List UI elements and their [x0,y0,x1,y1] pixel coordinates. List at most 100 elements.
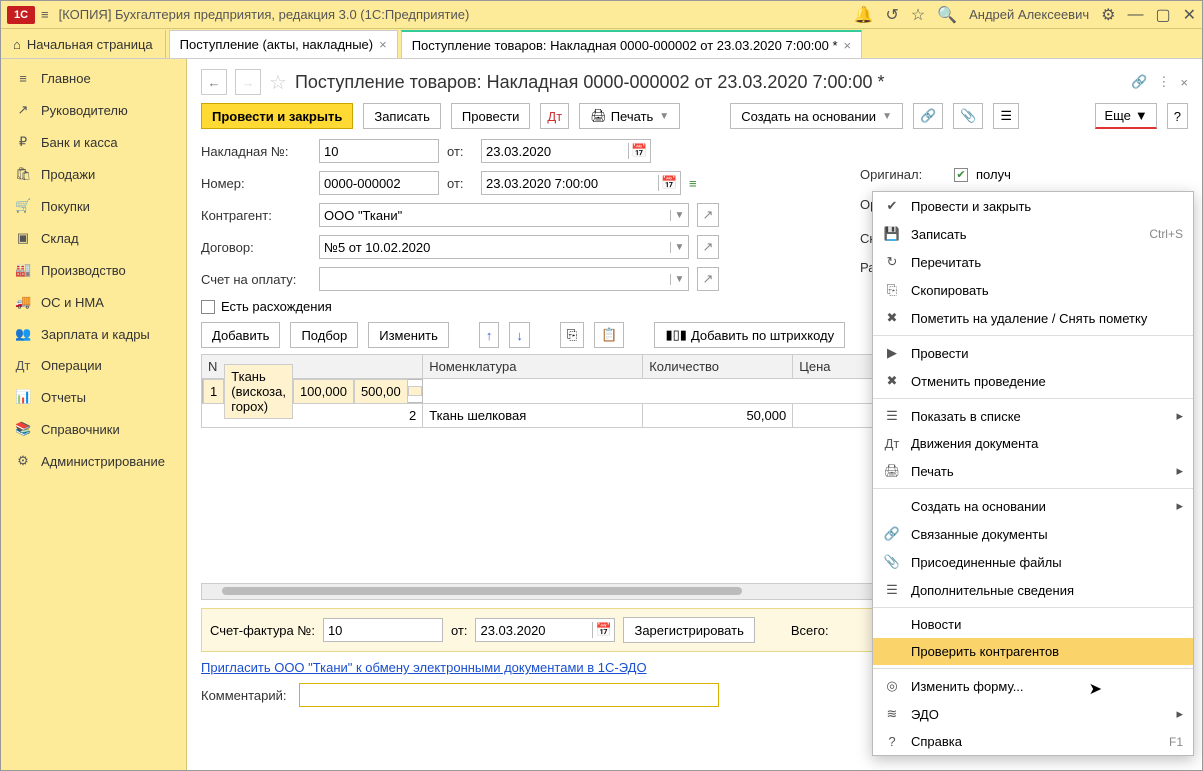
sidebar-item[interactable]: 🏭Производство [1,254,186,286]
nakladnaya-date-input[interactable]: 23.03.2020📅 [481,139,651,163]
sidebar-item[interactable]: 🛒Покупки [1,190,186,222]
home-tab[interactable]: ⌂ Начальная страница [1,30,166,58]
more-button[interactable]: Еще▼ [1095,103,1156,129]
post-button[interactable]: Провести [451,103,531,129]
menu-item[interactable]: Создать на основании▸ [873,492,1193,520]
sidebar-item[interactable]: 📊Отчеты [1,381,186,413]
dogovor-select[interactable]: №5 от 10.02.2020▼ [319,235,689,259]
add-row-button[interactable]: Добавить [201,322,280,348]
settings-icon[interactable]: ⚙ [1101,5,1115,25]
extra-info-button[interactable]: ☰ [993,103,1019,129]
menu-item[interactable]: ≋ЭДО▸ [873,700,1193,728]
open-ref-icon[interactable]: ↗ [697,267,719,291]
menu-item[interactable]: ⎘Скопировать [873,276,1193,304]
kebab-icon[interactable]: ⋮ [1157,74,1170,90]
menu-item[interactable]: ▶Провести [873,339,1193,367]
menu-item[interactable]: Проверить контрагентов [873,638,1193,665]
nomer-input[interactable] [319,171,439,195]
nav-back-button[interactable]: ← [201,69,227,95]
tab-receipts[interactable]: Поступление (акты, накладные) × [169,30,398,58]
tab-close-icon[interactable]: × [844,38,852,53]
menu-item[interactable]: ✖Пометить на удаление / Снять пометку [873,304,1193,332]
sidebar-item[interactable]: ₽Банк и касса [1,126,186,158]
comment-input[interactable] [299,683,719,707]
table-row[interactable]: 1Ткань (вискоза, горох)100,000500,00 [202,379,423,403]
open-ref-icon[interactable]: ↗ [697,235,719,259]
col-nom[interactable]: Номенклатура [423,355,643,379]
menu-item[interactable]: ◎Изменить форму... [873,672,1193,700]
save-button[interactable]: Записать [363,103,441,129]
tab-document[interactable]: Поступление товаров: Накладная 0000-0000… [401,30,862,58]
register-button[interactable]: Зарегистрировать [623,617,754,643]
menu-item[interactable]: Новости [873,611,1193,638]
favorite-icon[interactable]: ☆ [269,70,287,95]
bell-icon[interactable]: 🔔 [854,5,874,25]
menu-item[interactable]: 🔗Связанные документы [873,520,1193,548]
history-icon[interactable]: ↺ [885,5,898,25]
paste-row-button[interactable]: 📋 [594,322,624,348]
menu-label: Присоединенные файлы [911,555,1062,570]
pick-button[interactable]: Подбор [290,322,358,348]
star-icon[interactable]: ☆ [911,5,925,25]
menu-item[interactable]: 🖨Печать▸ [873,457,1193,485]
related-docs-button[interactable]: 🔗 [913,103,943,129]
calendar-icon[interactable]: 📅 [628,143,650,159]
sidebar-item[interactable]: ↗Руководителю [1,94,186,126]
link-icon[interactable]: 🔗 [1131,74,1147,90]
sidebar-item[interactable]: ДтОперации [1,350,186,381]
menu-item[interactable]: ?СправкаF1 [873,728,1193,755]
minimize-icon[interactable]: — [1127,6,1143,24]
sidebar-item[interactable]: 📚Справочники [1,413,186,445]
invite-edo-link[interactable]: Пригласить ООО "Ткани" к обмену электрон… [201,660,647,675]
sf-date-input[interactable]: 23.03.2020📅 [475,618,615,642]
sf-label: Счет-фактура №: [210,623,315,638]
search-icon[interactable]: 🔍 [937,5,957,25]
create-based-button[interactable]: Создать на основании▼ [730,103,903,129]
menu-icon[interactable]: ≡ [41,7,49,22]
sidebar-item[interactable]: ▣Склад [1,222,186,254]
nav-forward-button[interactable]: → [235,69,261,95]
close-icon[interactable]: ✕ [1183,5,1196,25]
menu-item[interactable]: 📎Присоединенные файлы [873,548,1193,576]
add-by-barcode-button[interactable]: ▮▯▮Добавить по штрихкоду [654,322,845,348]
attach-button[interactable]: 📎 [953,103,983,129]
copy-row-button[interactable]: ⎘ [560,322,584,348]
menu-label: Отменить проведение [911,374,1046,389]
maximize-icon[interactable]: ▢ [1155,5,1170,25]
calendar-icon[interactable]: 📅 [658,175,680,191]
open-ref-icon[interactable]: ↗ [697,203,719,227]
user-name[interactable]: Андрей Алексеевич [969,7,1089,22]
sidebar-item[interactable]: 🛍Продажи [1,158,186,190]
nakladnaya-no-input[interactable] [319,139,439,163]
move-down-button[interactable]: ↓ [509,322,530,348]
original-checkbox[interactable]: ✔ [954,168,968,182]
print-button[interactable]: 🖨Печать▼ [579,103,680,129]
calendar-icon[interactable]: 📅 [592,622,614,638]
sidebar-item[interactable]: 🚚ОС и НМА [1,286,186,318]
schet-select[interactable]: ▼ [319,267,689,291]
kontragent-select[interactable]: ООО "Ткани"▼ [319,203,689,227]
tab-close-icon[interactable]: × [379,37,387,52]
menu-item[interactable]: ☰Показать в списке▸ [873,402,1193,430]
menu-item[interactable]: ✖Отменить проведение [873,367,1193,395]
document-title: Поступление товаров: Накладная 0000-0000… [295,72,885,93]
sidebar-item[interactable]: ⚙Администрирование [1,445,186,477]
move-up-button[interactable]: ↑ [479,322,500,348]
dtkt-button[interactable]: Дт [540,103,569,129]
nomer-date-input[interactable]: 23.03.2020 7:00:00📅 [481,171,681,195]
col-qty[interactable]: Количество [643,355,793,379]
edit-row-button[interactable]: Изменить [368,322,449,348]
sf-no-input[interactable] [323,618,443,642]
menu-item[interactable]: 💾ЗаписатьCtrl+S [873,220,1193,248]
discrepancies-checkbox[interactable] [201,300,215,314]
menu-item[interactable]: ☰Дополнительные сведения [873,576,1193,604]
sidebar-item[interactable]: ≡Главное [1,63,186,94]
help-button[interactable]: ? [1167,103,1188,129]
close-doc-icon[interactable]: × [1180,75,1188,90]
sidebar-item[interactable]: 👥Зарплата и кадры [1,318,186,350]
window-title: [КОПИЯ] Бухгалтерия предприятия, редакци… [59,7,854,22]
menu-item[interactable]: ДтДвижения документа [873,430,1193,457]
post-and-close-button[interactable]: Провести и закрыть [201,103,353,129]
menu-item[interactable]: ✔Провести и закрыть [873,192,1193,220]
menu-item[interactable]: ↻Перечитать [873,248,1193,276]
